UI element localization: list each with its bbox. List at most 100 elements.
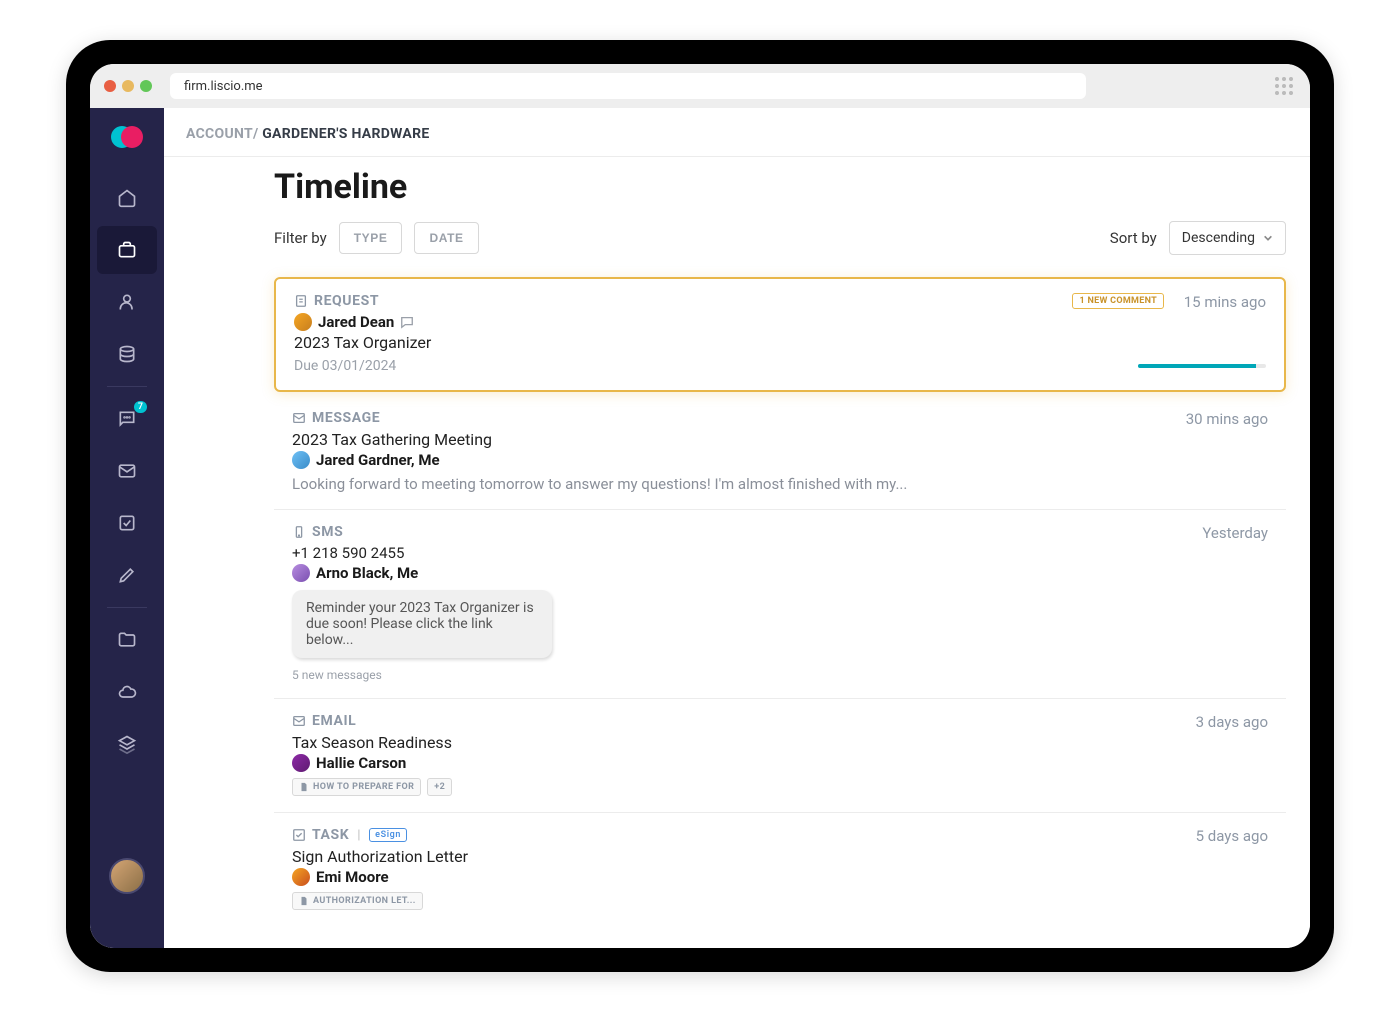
pencil-icon: [117, 565, 137, 585]
timeline-item-sms[interactable]: SMS Yesterday +1 218 590 2455 Arno Black…: [274, 510, 1286, 699]
breadcrumb-prefix[interactable]: ACCOUNT/: [186, 126, 258, 142]
device-inner: firm.liscio.me 7: [90, 64, 1310, 948]
toolbar: Filter by TYPE DATE Sort by Descending: [274, 221, 1286, 255]
nav-person[interactable]: [97, 278, 157, 326]
progress-fill: [1138, 364, 1256, 368]
nav-home[interactable]: [97, 174, 157, 222]
item-type: REQUEST: [314, 293, 379, 309]
progress-bar: [1138, 364, 1266, 368]
nav-stack[interactable]: [97, 720, 157, 768]
sort-value: Descending: [1182, 230, 1255, 246]
attachment-name: AUTHORIZATION LET...: [313, 896, 416, 906]
nav-divider: [107, 607, 147, 608]
sort-group: Sort by Descending: [1110, 221, 1286, 255]
person-name: Jared Gardner, Me: [316, 451, 440, 469]
comment-badge: 1 NEW COMMENT: [1072, 293, 1164, 309]
briefcase-icon: [117, 240, 137, 260]
divider: |: [357, 828, 361, 843]
timeline-item-message[interactable]: MESSAGE 30 mins ago 2023 Tax Gathering M…: [274, 396, 1286, 510]
timeline-item-request[interactable]: REQUEST 1 NEW COMMENT 15 mins ago Jared …: [274, 277, 1286, 392]
sort-select[interactable]: Descending: [1169, 221, 1286, 255]
person-name: Jared Dean: [318, 313, 394, 331]
browser-menu-icon[interactable]: [1272, 77, 1296, 95]
item-subject: Sign Authorization Letter: [292, 847, 1268, 866]
mail-icon: [292, 714, 306, 728]
person-name: Emi Moore: [316, 868, 389, 886]
nav-divider: [107, 386, 147, 387]
filter-date-button[interactable]: DATE: [414, 222, 478, 254]
timestamp: Yesterday: [1202, 524, 1268, 542]
window-minimize-icon[interactable]: [122, 80, 134, 92]
layers-icon: [117, 734, 137, 754]
nav-edit[interactable]: [97, 551, 157, 599]
timeline-item-task[interactable]: TASK | eSign 5 days ago Sign Authorizati…: [274, 813, 1286, 926]
nav-folder[interactable]: [97, 616, 157, 664]
timestamp: 15 mins ago: [1184, 293, 1266, 311]
mail-icon: [117, 461, 137, 481]
timestamp: 5 days ago: [1196, 827, 1268, 845]
app-logo[interactable]: [111, 122, 143, 154]
timeline-item-email[interactable]: EMAIL 3 days ago Tax Season Readiness Ha…: [274, 699, 1286, 813]
sidebar: 7: [90, 108, 164, 948]
item-type: SMS: [312, 524, 343, 540]
avatar-icon: [292, 868, 310, 886]
pdf-icon: [299, 896, 309, 906]
chat-icon: [117, 409, 137, 429]
item-subject: 2023 Tax Organizer: [294, 333, 1266, 352]
avatar-icon: [294, 313, 312, 331]
timestamp: 3 days ago: [1196, 713, 1268, 731]
attachment-more[interactable]: +2: [427, 778, 452, 796]
pdf-icon: [299, 782, 309, 792]
esign-tag: eSign: [369, 828, 407, 842]
attachment-chip[interactable]: AUTHORIZATION LET...: [292, 892, 423, 910]
item-subject: Tax Season Readiness: [292, 733, 1268, 752]
url-bar[interactable]: firm.liscio.me: [170, 73, 1086, 99]
user-avatar[interactable]: [109, 858, 145, 894]
chat-badge: 7: [134, 401, 147, 413]
filter-type-button[interactable]: TYPE: [339, 222, 403, 254]
item-preview: Looking forward to meeting tomorrow to a…: [292, 475, 1268, 493]
device-frame: firm.liscio.me 7: [66, 40, 1334, 972]
breadcrumb: ACCOUNT/ GARDENER'S HARDWARE: [164, 108, 1310, 157]
nav-chat[interactable]: 7: [97, 395, 157, 443]
comment-icon: [400, 315, 414, 329]
nav-cloud[interactable]: [97, 668, 157, 716]
item-type: EMAIL: [312, 713, 356, 729]
filter-group: Filter by TYPE DATE: [274, 222, 479, 254]
filter-label: Filter by: [274, 229, 327, 247]
person-icon: [117, 292, 137, 312]
nav-briefcase[interactable]: [97, 226, 157, 274]
item-due: Due 03/01/2024: [294, 358, 1266, 374]
nav-money[interactable]: [97, 330, 157, 378]
phone-icon: [292, 525, 306, 539]
person-name: Hallie Carson: [316, 754, 406, 772]
home-icon: [117, 188, 137, 208]
coins-icon: [117, 344, 137, 364]
nav-mail[interactable]: [97, 447, 157, 495]
avatar-icon: [292, 451, 310, 469]
chevron-down-icon: [1263, 233, 1273, 243]
person-name: Arno Black, Me: [316, 564, 418, 582]
content: Timeline Filter by TYPE DATE Sort by Des…: [164, 157, 1310, 948]
window-close-icon[interactable]: [104, 80, 116, 92]
window-maximize-icon[interactable]: [140, 80, 152, 92]
message-icon: [292, 411, 306, 425]
sort-label: Sort by: [1110, 229, 1157, 247]
timestamp: 30 mins ago: [1186, 410, 1268, 428]
main: ACCOUNT/ GARDENER'S HARDWARE Timeline Fi…: [164, 108, 1310, 948]
phone-number: +1 218 590 2455: [292, 544, 1268, 562]
page-title: Timeline: [274, 167, 1286, 207]
attachment-name: HOW TO PREPARE FOR: [313, 782, 414, 792]
checkbox-icon: [117, 513, 137, 533]
sms-bubble: Reminder your 2023 Tax Organizer is due …: [292, 590, 552, 658]
document-icon: [294, 294, 308, 308]
attachment-chip[interactable]: HOW TO PREPARE FOR: [292, 778, 421, 796]
item-type: TASK: [312, 827, 349, 843]
task-icon: [292, 828, 306, 842]
breadcrumb-current: GARDENER'S HARDWARE: [262, 126, 429, 142]
avatar-icon: [292, 564, 310, 582]
nav-task[interactable]: [97, 499, 157, 547]
folder-icon: [117, 630, 137, 650]
avatar-icon: [292, 754, 310, 772]
browser-bar: firm.liscio.me: [90, 64, 1310, 108]
